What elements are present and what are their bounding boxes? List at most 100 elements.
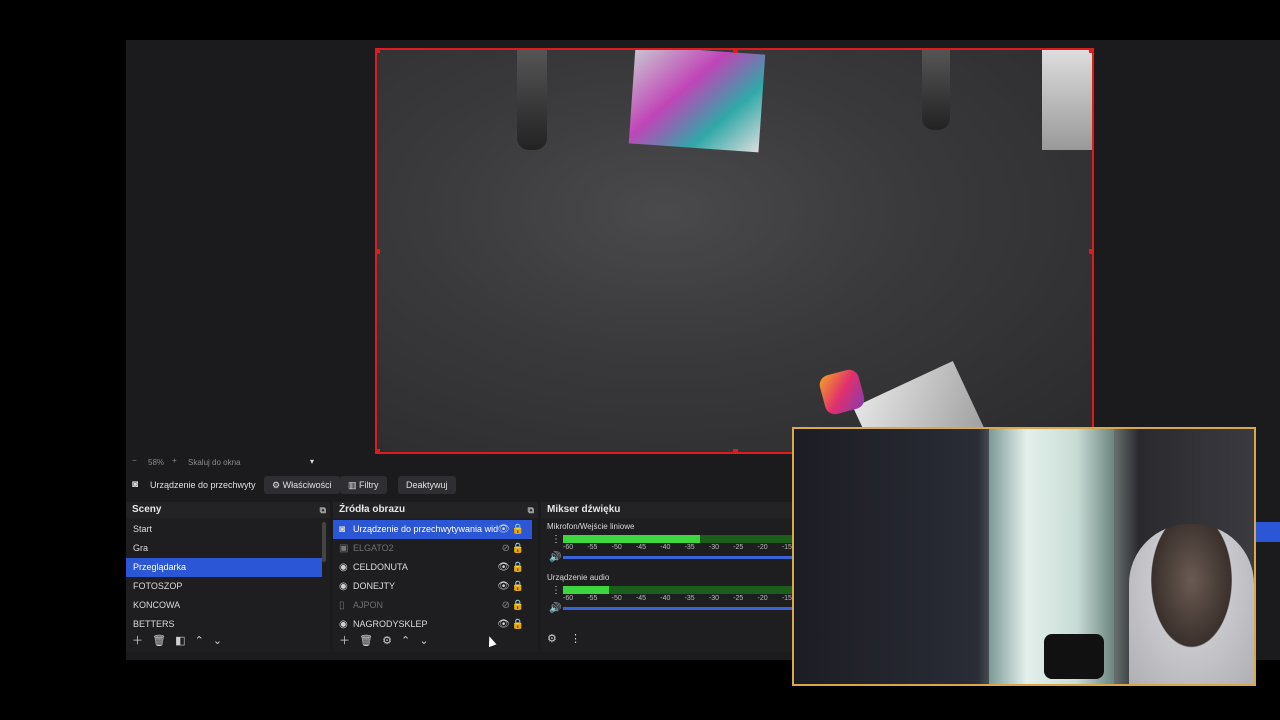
resize-handle[interactable] bbox=[1089, 249, 1094, 254]
resize-handle[interactable] bbox=[375, 48, 380, 53]
scenes-toolbar: ＋ 🗑 ◧ ⌃ ⌄ bbox=[132, 632, 222, 648]
panel-icon[interactable]: ◧ bbox=[175, 635, 185, 647]
zoom-level: 58% bbox=[148, 458, 165, 467]
card-slab-top bbox=[628, 50, 766, 153]
volume-slider[interactable] bbox=[563, 556, 792, 559]
resize-handle[interactable] bbox=[733, 48, 738, 53]
mixer-title: Mikser dźwięku bbox=[547, 504, 621, 515]
volume-meter bbox=[563, 586, 792, 594]
chevron-down-icon[interactable]: ⌄ bbox=[213, 635, 222, 647]
scene-item[interactable]: Gra bbox=[126, 539, 330, 558]
meter-tick-label: -35 bbox=[684, 595, 695, 602]
volume-meter bbox=[563, 535, 792, 543]
trash-icon[interactable]: 🗑 bbox=[359, 635, 373, 647]
gear-icon: ⚙ bbox=[272, 480, 281, 490]
chevron-up-icon[interactable]: ⌃ bbox=[401, 635, 410, 647]
source-item[interactable]: ◉ CELDONUTA 👁 🔒 bbox=[333, 558, 538, 577]
scene-item-selected[interactable]: Przeglądarka bbox=[126, 558, 322, 577]
meter-tick-label: -50 bbox=[611, 544, 622, 551]
undock-icon[interactable]: ⧉ bbox=[528, 502, 534, 518]
scene-label: Przeglądarka bbox=[133, 562, 187, 572]
scenes-list: Start Gra Przeglądarka FOTOSZOP KONCOWA … bbox=[126, 518, 330, 634]
kebab-menu-icon[interactable]: ⋮ bbox=[551, 534, 561, 545]
mixer-channel: Urządzenie audio ⋮ -60 -55 -50 -45 -40 -35 -30… bbox=[547, 573, 792, 619]
mixer-channel: Mikrofon/Wejście liniowe ⋮ -60 -55 -50 -45 -… bbox=[547, 522, 792, 568]
lock-icon[interactable]: 🔒 bbox=[512, 577, 524, 596]
source-item[interactable]: ▯ AJPON ⊘ 🔒 bbox=[333, 596, 538, 615]
eye-icon[interactable]: 👁 bbox=[497, 577, 510, 596]
filter-icon: ▥ bbox=[348, 480, 357, 490]
properties-label: Właściwości bbox=[282, 480, 332, 490]
meter-tick-label: -25 bbox=[733, 544, 744, 551]
scale-mode-select[interactable]: Skaluj do okna bbox=[188, 458, 240, 467]
file-icon: ▯ bbox=[339, 600, 345, 611]
sources-dock: Źródła obrazu ⧉ ◙ Urządzenie do przechwy… bbox=[333, 502, 538, 652]
channel-name: Mikrofon/Wejście liniowe bbox=[547, 522, 635, 531]
zoom-in-button[interactable]: + bbox=[172, 456, 177, 465]
webcam-overlay bbox=[792, 427, 1256, 686]
lock-icon[interactable]: 🔒 bbox=[512, 558, 524, 577]
resize-handle[interactable] bbox=[733, 449, 738, 454]
meter-tick-label: -50 bbox=[611, 595, 622, 602]
kebab-menu-icon[interactable]: ⋮ bbox=[551, 585, 561, 596]
meter-tick-label: -60 bbox=[563, 595, 574, 602]
meter-tick-label: -45 bbox=[635, 544, 647, 551]
tripod-leg-left bbox=[517, 50, 547, 150]
preview-canvas[interactable] bbox=[375, 48, 1094, 454]
deactivate-label: Deaktywuj bbox=[406, 480, 448, 490]
meter-tick-label: -60 bbox=[563, 544, 574, 551]
eye-icon[interactable]: 👁 bbox=[497, 615, 510, 634]
eye-slash-icon[interactable]: ⊘ bbox=[502, 596, 510, 615]
lock-icon[interactable]: 🔒 bbox=[512, 596, 524, 615]
source-item[interactable]: ◉ DONEJTY 👁 🔒 bbox=[333, 577, 538, 596]
kebab-menu-icon[interactable]: ⋮ bbox=[570, 633, 581, 645]
deactivate-button[interactable]: Deaktywuj bbox=[398, 476, 456, 494]
zoom-out-button[interactable]: − bbox=[132, 456, 137, 465]
meter-tick-label: -15 bbox=[781, 595, 792, 602]
properties-button[interactable]: ⚙ Właściwości bbox=[264, 476, 340, 494]
source-label: ELGATO2 bbox=[353, 543, 394, 553]
trash-icon[interactable]: 🗑 bbox=[152, 635, 166, 647]
browser-icon: ◉ bbox=[339, 581, 348, 592]
add-icon[interactable]: ＋ bbox=[132, 635, 143, 647]
meter-tick-label: -55 bbox=[587, 544, 598, 551]
source-item[interactable]: ▣ ELGATO2 ⊘ 🔒 bbox=[333, 539, 538, 558]
advanced-audio-icon[interactable]: ⚙ bbox=[547, 633, 557, 645]
meter-tick-label: -20 bbox=[757, 544, 768, 551]
lock-icon[interactable]: 🔒 bbox=[512, 520, 524, 539]
scene-label: Start bbox=[133, 524, 153, 534]
scene-item[interactable]: FOTOSZOP bbox=[126, 577, 330, 596]
lock-icon[interactable]: 🔒 bbox=[512, 615, 524, 634]
undock-icon[interactable]: ⧉ bbox=[320, 502, 326, 518]
eye-slash-icon[interactable]: ⊘ bbox=[502, 539, 510, 558]
mixer-dock: Mikser dźwięku Mikrofon/Wejście liniowe … bbox=[541, 502, 792, 652]
scene-item[interactable]: Start bbox=[126, 520, 330, 539]
scene-item[interactable]: KONCOWA bbox=[126, 596, 330, 615]
resize-handle[interactable] bbox=[375, 249, 380, 254]
chevron-up-icon[interactable]: ⌃ bbox=[195, 635, 204, 647]
source-item-selected[interactable]: ◙ Urządzenie do przechwytywania wid 👁 🔒 bbox=[333, 520, 532, 539]
resize-handle[interactable] bbox=[375, 449, 380, 454]
sources-list: ◙ Urządzenie do przechwytywania wid 👁 🔒 … bbox=[333, 518, 538, 634]
meter-ticks: -60 -55 -50 -45 -40 -35 -30 -25 -20 -15 bbox=[563, 544, 792, 551]
speaker-icon[interactable]: 🔊 bbox=[549, 603, 561, 614]
camera-icon: ◙ bbox=[339, 524, 346, 535]
lock-icon[interactable]: 🔒 bbox=[512, 539, 524, 558]
scene-label: Gra bbox=[133, 543, 149, 553]
volume-slider[interactable] bbox=[563, 607, 792, 610]
chevron-down-icon[interactable]: ▾ bbox=[310, 457, 314, 466]
gear-icon[interactable]: ⚙ bbox=[382, 635, 392, 647]
meter-tick-label: -55 bbox=[587, 595, 598, 602]
add-icon[interactable]: ＋ bbox=[339, 635, 350, 647]
source-label: AJPON bbox=[353, 600, 384, 610]
eye-icon[interactable]: 👁 bbox=[497, 558, 510, 577]
resize-handle[interactable] bbox=[1089, 48, 1094, 53]
scenes-scrollbar[interactable] bbox=[322, 522, 326, 562]
eye-icon[interactable]: 👁 bbox=[497, 520, 510, 539]
mixer-header: Mikser dźwięku bbox=[541, 502, 792, 518]
filters-button[interactable]: ▥ Filtry bbox=[340, 476, 387, 494]
chevron-down-icon[interactable]: ⌄ bbox=[419, 635, 428, 647]
speaker-icon[interactable]: 🔊 bbox=[549, 552, 561, 563]
meter-tick-label: -30 bbox=[708, 595, 719, 602]
meter-ticks: -60 -55 -50 -45 -40 -35 -30 -25 -20 -15 bbox=[563, 595, 792, 602]
